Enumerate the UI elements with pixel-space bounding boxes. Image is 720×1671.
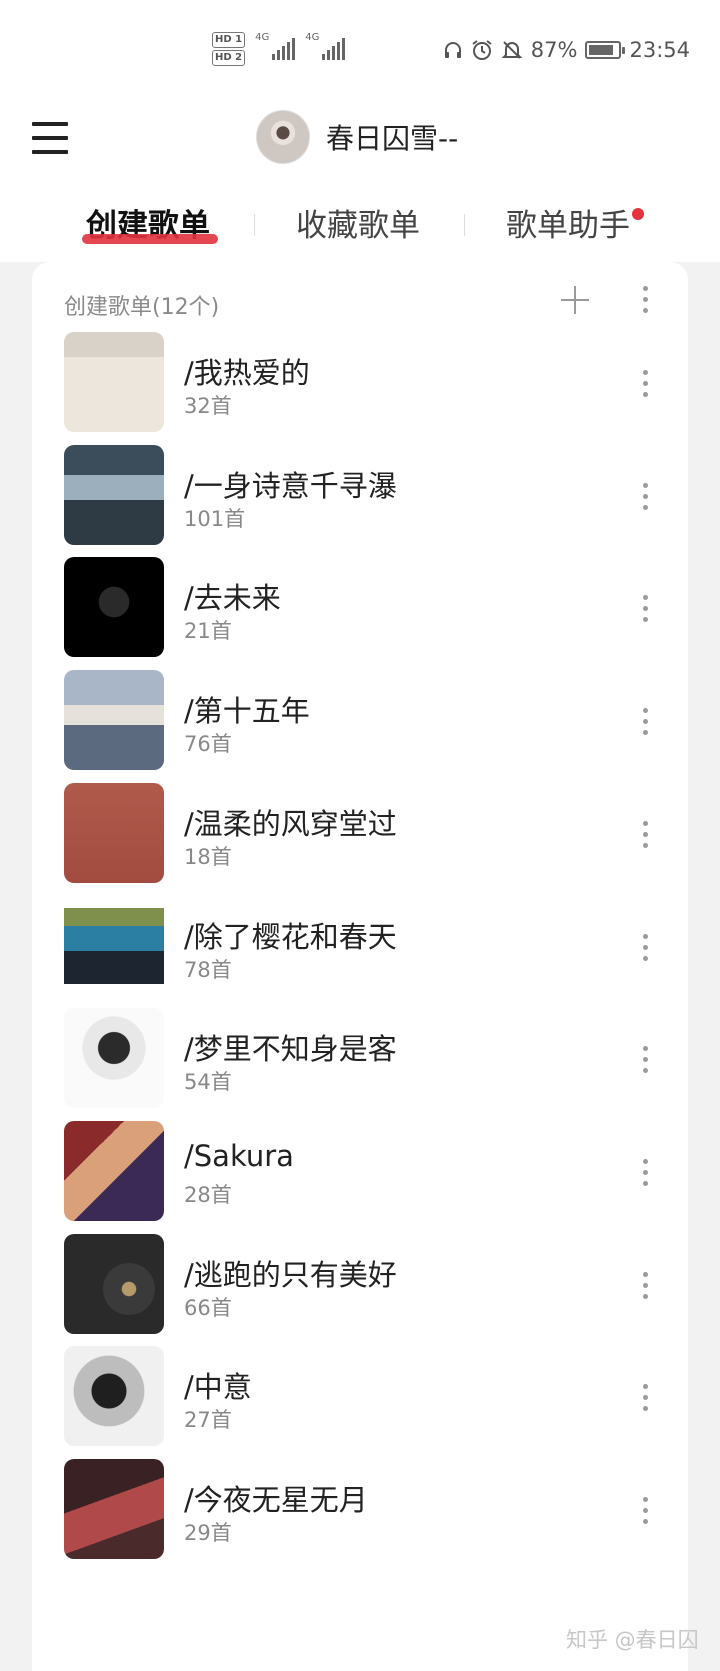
row-more-icon[interactable] (638, 1269, 652, 1303)
alarm-icon (472, 40, 492, 60)
playlist-name: /我热爱的 (184, 356, 310, 390)
playlist-count: 101首 (184, 506, 246, 531)
playlist-name: /温柔的风穿堂过 (184, 806, 397, 841)
playlist-cover (64, 332, 164, 432)
signal-group: HD 1 HD 2 4G 4G (212, 32, 346, 66)
row-more-icon[interactable] (638, 1381, 652, 1415)
section-more-icon[interactable] (638, 283, 652, 317)
playlist-cover (64, 1233, 164, 1334)
playlist-count: 21首 (184, 619, 232, 644)
tab-divider (254, 214, 255, 236)
playlist-cover (64, 782, 164, 883)
clock: 23:54 (629, 38, 690, 62)
hamburger-menu-icon[interactable] (30, 118, 70, 158)
playlist-name: /一身诗意千寻瀑 (184, 468, 397, 503)
playlist-count: 28首 (184, 1182, 232, 1207)
playlist-count: 32首 (184, 394, 232, 418)
playlist-cover (64, 1346, 164, 1447)
playlist-name: /逃跑的只有美好 (184, 1257, 397, 1292)
user-name[interactable]: 春日囚雪-- (326, 117, 458, 157)
battery-icon (585, 41, 626, 59)
section-title: 创建歌单(12个) (64, 295, 220, 320)
playlist-count: 54首 (184, 1070, 232, 1095)
notification-dot (632, 208, 644, 220)
playlist-row[interactable]: /逃跑的只有美好 66首 (32, 1233, 688, 1344)
playlist-count: 29首 (184, 1521, 232, 1545)
headphones-icon (444, 42, 461, 58)
mute-bell-icon (501, 41, 523, 59)
hd1-badge: HD 1 (212, 32, 246, 48)
playlist-row[interactable]: /除了樱花和春天 78首 (32, 895, 688, 1006)
hd2-badge: HD 2 (212, 50, 246, 66)
plus-icon[interactable] (560, 285, 590, 315)
playlist-name: /今夜无星无月 (184, 1483, 368, 1517)
playlist-row[interactable]: /一身诗意千寻瀑 101首 (32, 444, 688, 555)
playlist-row[interactable]: /去未来 21首 (32, 557, 688, 667)
playlist-row[interactable]: /中意 27首 (32, 1346, 688, 1456)
tab-collected-playlists[interactable]: 收藏歌单 (296, 200, 420, 245)
playlist-count: 78首 (184, 957, 232, 982)
playlist-cover (64, 670, 164, 771)
signal-bars-1-icon: 4G (255, 32, 296, 60)
playlist-row[interactable]: /我热爱的 32首 (32, 332, 688, 442)
playlist-cover (64, 1120, 164, 1221)
playlist-name: /去未来 (184, 581, 281, 616)
status-bar: HD 1 HD 2 4G 4G 87% 23:54 (0, 0, 720, 104)
playlist-name: /中意 (184, 1370, 252, 1405)
row-more-icon[interactable] (638, 931, 652, 965)
playlist-row[interactable]: /第十五年 76首 (32, 670, 688, 780)
row-more-icon[interactable] (638, 1494, 652, 1528)
row-more-icon[interactable] (638, 367, 652, 401)
hd-badges: HD 1 HD 2 (212, 32, 246, 66)
playlist-count: 76首 (184, 732, 232, 757)
signal-bars-2-icon: 4G (305, 32, 346, 60)
playlist-cover (64, 1008, 164, 1109)
playlist-name: /Sakura (184, 1138, 294, 1173)
playlist-row[interactable]: /Sakura 28首 (32, 1120, 688, 1231)
playlist-row[interactable]: /梦里不知身是客 54首 (32, 1008, 688, 1118)
playlist-count: 18首 (184, 844, 232, 869)
row-more-icon[interactable] (638, 1156, 652, 1190)
status-right: 87% 23:54 (443, 38, 690, 62)
tab-divider (464, 214, 465, 236)
playlist-name: /梦里不知身是客 (184, 1032, 397, 1067)
playlist-cover (64, 557, 164, 658)
user-header[interactable]: 春日囚雪-- (256, 110, 458, 164)
row-more-icon[interactable] (638, 818, 652, 852)
row-more-icon[interactable] (638, 1043, 652, 1077)
battery-percent: 87% (530, 38, 578, 62)
section-header: 创建歌单(12个) (32, 285, 688, 325)
battery-fill (589, 45, 614, 55)
playlist-cover (64, 895, 164, 996)
playlist-count: 27首 (184, 1408, 232, 1433)
playlist-name: /第十五年 (184, 694, 310, 729)
tab-playlist-assistant[interactable]: 歌单助手 (506, 200, 630, 245)
row-more-icon[interactable] (638, 480, 652, 514)
playlist-row[interactable]: /今夜无星无月 29首 (32, 1459, 688, 1569)
row-more-icon[interactable] (638, 592, 652, 626)
row-more-icon[interactable] (638, 705, 652, 739)
playlist-count: 66首 (184, 1295, 232, 1320)
playlist-name: /除了樱花和春天 (184, 919, 397, 954)
network-type-2: 4G (305, 32, 320, 43)
avatar[interactable] (256, 110, 310, 164)
watermark: 知乎 @春日囚 (566, 1628, 699, 1652)
playlist-row[interactable]: /温柔的风穿堂过 18首 (32, 782, 688, 893)
playlist-cover (64, 444, 164, 545)
active-tab-underline (82, 234, 218, 244)
network-type-1: 4G (255, 32, 270, 43)
playlist-cover (64, 1459, 164, 1559)
